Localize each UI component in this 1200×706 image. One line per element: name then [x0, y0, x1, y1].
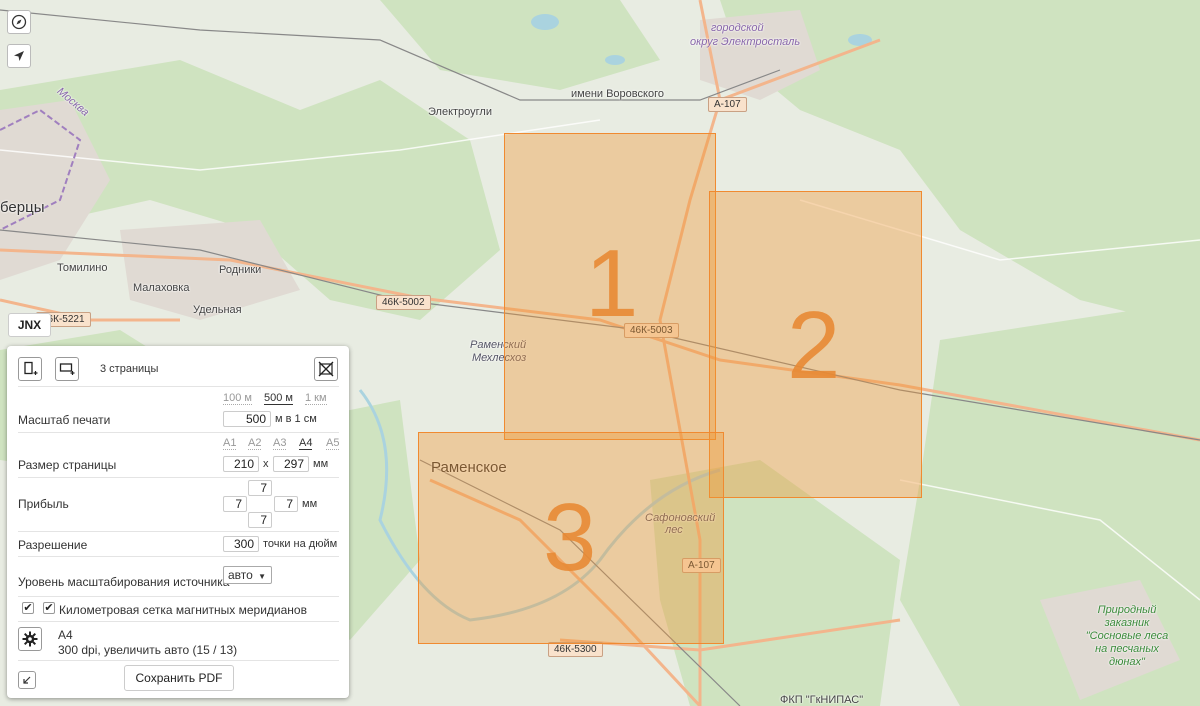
label-elektrougli: Электроугли: [428, 106, 492, 118]
print-panel: 3 страницы 100 м 500 м 1 км Масштаб печа…: [7, 346, 349, 698]
margin-left-input[interactable]: 7: [223, 496, 247, 512]
label-fkp: ФКП "ГкНИПАС": [780, 694, 864, 706]
collapse-panel-button[interactable]: [18, 671, 36, 689]
remove-pages-button[interactable]: [314, 357, 338, 381]
add-portrait-page-button[interactable]: [18, 357, 42, 381]
summary-line-2: 300 dpi, увеличить авто (15 / 13): [58, 643, 238, 657]
page-size-label: Размер страницы: [18, 458, 117, 472]
label-okrug: округ Электросталь: [690, 36, 801, 48]
gear-icon: [22, 631, 38, 647]
scale-unit: м в 1 см: [275, 413, 317, 425]
scale-option-1km[interactable]: 1 км: [305, 392, 327, 405]
summary-line-1: A4: [58, 628, 73, 642]
page-size-a3[interactable]: A3: [273, 437, 287, 450]
page-number-2: 2: [787, 292, 841, 399]
save-pdf-button[interactable]: Сохранить PDF: [124, 665, 234, 691]
page-size-a4[interactable]: A4: [299, 437, 313, 450]
remove-pages-icon: [318, 361, 334, 377]
label-gorodskoy: городской: [711, 22, 764, 34]
settings-button[interactable]: [18, 627, 42, 651]
compass-icon: [11, 14, 27, 30]
zoom-level-value: авто: [228, 568, 253, 582]
scale-option-500m[interactable]: 500 м: [264, 392, 293, 405]
resolution-unit: точки на дюйм: [263, 538, 338, 550]
jnx-tab[interactable]: JNX: [8, 313, 51, 337]
page-size-a1[interactable]: A1: [223, 437, 237, 450]
page-height-input[interactable]: 297: [273, 456, 309, 472]
label-zakaznik: Природный заказник "Сосновые леса на пес…: [1085, 604, 1169, 668]
arrow-down-left-icon: [23, 676, 31, 684]
margin-right-input[interactable]: 7: [274, 496, 298, 512]
page-count: 3 страницы: [100, 363, 159, 375]
page-size-a5[interactable]: A5: [326, 437, 340, 450]
add-portrait-page-icon: [24, 361, 38, 375]
page-number-1: 1: [585, 230, 639, 337]
location-arrow-icon: [14, 51, 24, 61]
margin-unit: мм: [302, 498, 318, 510]
road-shield-a107-top: А-107: [708, 97, 747, 112]
add-landscape-page-button[interactable]: [55, 357, 79, 381]
road-shield-46k5300: 46К-5300: [548, 642, 603, 657]
zoom-level-select[interactable]: авто ▼: [223, 566, 272, 584]
label-rodniki: Родники: [219, 264, 262, 276]
label-vorovskogo: имени Воровского: [571, 88, 664, 100]
label-tomilino: Томилино: [57, 262, 108, 274]
scale-option-100m[interactable]: 100 м: [223, 392, 252, 405]
label-malakhovka: Малаховка: [133, 282, 190, 294]
resolution-label: Разрешение: [18, 538, 88, 552]
margin-label: Прибыль: [18, 497, 69, 511]
add-landscape-page-icon: [59, 363, 75, 375]
scale-input[interactable]: 500: [223, 411, 271, 427]
dropdown-arrow-icon: ▼: [258, 572, 267, 581]
km-grid-label: Километровая сетка магнитных меридианов: [59, 603, 307, 617]
zoom-level-label: Уровень масштабирования источника: [18, 575, 230, 589]
page-size-times: x: [263, 458, 269, 470]
margin-bottom-input[interactable]: 7: [248, 512, 272, 528]
page-size-a2[interactable]: A2: [248, 437, 262, 450]
page-number-3: 3: [543, 484, 597, 591]
road-shield-46k5002: 46К-5002: [376, 295, 431, 310]
outer-checkbox[interactable]: ✔: [22, 602, 34, 614]
page-width-input[interactable]: 210: [223, 456, 259, 472]
km-grid-checkbox[interactable]: ✔: [43, 602, 55, 614]
page-size-unit: мм: [313, 458, 329, 470]
locate-button[interactable]: [7, 44, 31, 68]
scale-label: Масштаб печати: [18, 413, 111, 427]
compass-button[interactable]: [7, 10, 31, 34]
label-bercy: берцы: [0, 199, 45, 216]
resolution-input[interactable]: 300: [223, 536, 259, 552]
label-udelnaya: Удельная: [193, 304, 242, 316]
margin-top-input[interactable]: 7: [248, 480, 272, 496]
